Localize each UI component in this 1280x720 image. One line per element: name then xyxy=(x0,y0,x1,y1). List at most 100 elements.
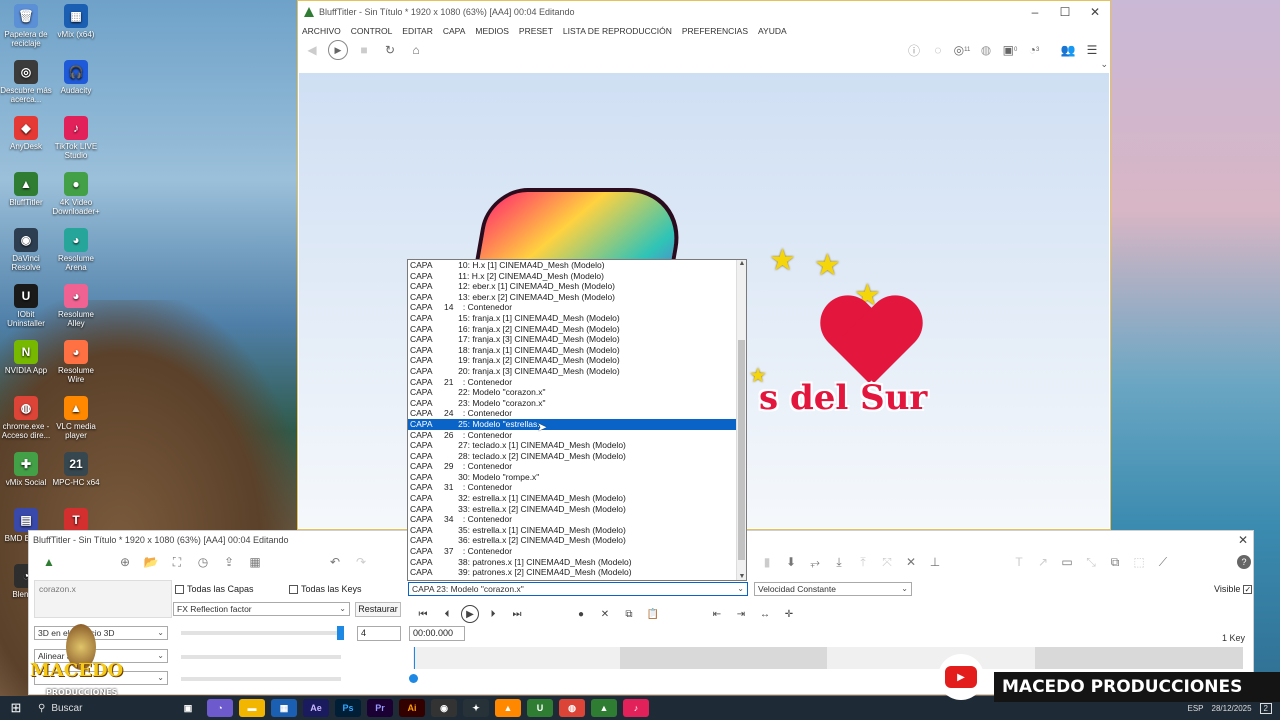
layer-list-item[interactable]: CAPA 18: franja.x [1] CINEMA4D_Mesh (Mod… xyxy=(408,345,746,356)
redo-icon[interactable]: ↷ xyxy=(351,552,371,572)
premiere-icon[interactable]: Pr xyxy=(367,699,393,717)
dropdown-scrollbar[interactable]: ▲ ▼ xyxy=(736,260,746,580)
file-explorer-icon[interactable]: ▬ xyxy=(239,699,265,717)
iobit-icon[interactable]: U xyxy=(527,699,553,717)
checkbox-icon[interactable] xyxy=(175,584,184,594)
app-icon[interactable]: ✦ xyxy=(463,699,489,717)
layer-list-item[interactable]: CAPA 36: estrella.x [2] CINEMA4D_Mesh (M… xyxy=(408,535,746,546)
scroll-up-icon[interactable]: ▲ xyxy=(737,260,746,267)
globe-icon[interactable]: ◍ xyxy=(976,40,996,60)
slider-3[interactable] xyxy=(181,677,341,681)
key-right-icon[interactable]: ⇥ xyxy=(731,604,751,624)
skip-end-icon[interactable]: ⏭ xyxy=(507,604,527,624)
stop-icon[interactable]: ■ xyxy=(354,40,374,60)
export-icon[interactable]: ⇪ xyxy=(219,552,239,572)
menu-playlist[interactable]: LISTA DE REPRODUCCIÓN xyxy=(563,26,672,36)
layer-list-item[interactable]: CAPA 30: Modelo "rompe.x" xyxy=(408,472,746,483)
key-left-icon[interactable]: ⇤ xyxy=(707,604,727,624)
tiktok-icon[interactable]: ♪ xyxy=(623,699,649,717)
desktop-icon[interactable]: ▦ vMix (x64) xyxy=(50,4,102,39)
layer-list-item[interactable]: CAPA 14 : Contenedor xyxy=(408,302,746,313)
clock-icon[interactable]: ◷ xyxy=(193,552,213,572)
menu-editar[interactable]: EDITAR xyxy=(402,26,433,36)
menu-medios[interactable]: MEDIOS xyxy=(475,26,509,36)
desktop-icon[interactable]: ◕ Resolume Arena xyxy=(50,228,102,272)
tool-icon-13[interactable]: ⧉ xyxy=(1105,552,1125,572)
tool-icon-12[interactable]: ⤡ xyxy=(1081,552,1101,572)
desktop-icon[interactable]: ▲ BluffTitler xyxy=(0,172,52,207)
add-layer-icon[interactable]: ⊕ xyxy=(115,552,135,572)
layer-dropdown-list[interactable]: CAPA 10: H.x [1] CINEMA4D_Mesh (Modelo) C… xyxy=(407,259,747,581)
chrome-icon[interactable]: ◍ xyxy=(559,699,585,717)
layer-list-item[interactable]: CAPA 33: estrella.x [2] CINEMA4D_Mesh (M… xyxy=(408,504,746,515)
layer-list-item[interactable]: CAPA 19: franja.x [2] CINEMA4D_Mesh (Mod… xyxy=(408,355,746,366)
todas-capas-checkbox[interactable]: Todas las Capas xyxy=(175,584,254,594)
tool-icon-11[interactable]: ▭ xyxy=(1057,552,1077,572)
layer-list-item[interactable]: CAPA 35: estrella.x [1] CINEMA4D_Mesh (M… xyxy=(408,525,746,536)
layers-icon[interactable]: ◌ xyxy=(928,40,948,60)
wand-icon[interactable]: ⟋ xyxy=(1153,552,1173,572)
layer-list-item[interactable]: CAPA 22: Modelo "corazon.x" xyxy=(408,387,746,398)
layer-list-item[interactable]: CAPA 11: H.x [2] CINEMA4D_Mesh (Modelo) xyxy=(408,271,746,282)
layer-list-item[interactable]: CAPA 31 : Contenedor xyxy=(408,482,746,493)
scroll-down-icon[interactable]: ▼ xyxy=(737,573,746,580)
notification-count[interactable]: 2 xyxy=(1259,702,1272,714)
layer-list-item[interactable]: CAPA 29 : Contenedor xyxy=(408,461,746,472)
tool-icon-2[interactable]: ⬇ xyxy=(781,552,801,572)
language-indicator[interactable]: ESP xyxy=(1187,704,1203,713)
menu-archivo[interactable]: ARCHIVO xyxy=(302,26,341,36)
menu-ayuda[interactable]: AYUDA xyxy=(758,26,787,36)
desktop-icon[interactable]: ● 4K Video Downloader+ xyxy=(50,172,102,216)
layer-list-item[interactable]: CAPA 16: franja.x [2] CINEMA4D_Mesh (Mod… xyxy=(408,324,746,335)
check-icon[interactable]: ✓ xyxy=(1243,584,1253,594)
time-input[interactable]: 00:00.000 xyxy=(409,626,465,641)
illustrator-icon[interactable]: Ai xyxy=(399,699,425,717)
windows-start-icon[interactable]: ⊞ xyxy=(0,700,32,716)
tool-icon-6[interactable]: ⤧ xyxy=(877,552,897,572)
collapse-chevron-icon[interactable]: ⌄ xyxy=(1100,59,1108,70)
visible-checkbox[interactable]: Visible ✓ xyxy=(1214,584,1255,594)
vmix-icon[interactable]: ▦ xyxy=(271,699,297,717)
badge-icon-3[interactable]: ◔ 3 xyxy=(1024,40,1044,60)
desktop-icon[interactable]: 🎧 Audacity xyxy=(50,60,102,95)
tool-icon-9[interactable]: T xyxy=(1009,552,1029,572)
layer-list-item[interactable]: CAPA 37 : Contenedor xyxy=(408,546,746,557)
copy-icon[interactable]: ⧉ xyxy=(619,604,639,624)
tool-icon-3[interactable]: ⥅ xyxy=(805,552,825,572)
layer-list-item[interactable]: CAPA 26 : Contenedor xyxy=(408,430,746,441)
record-icon[interactable]: ● xyxy=(571,604,591,624)
refresh-icon[interactable]: ↻ xyxy=(380,40,400,60)
desktop-icon[interactable]: U IObit Uninstaller xyxy=(0,284,52,328)
desktop-icon[interactable]: N NVIDIA App xyxy=(0,340,52,375)
skip-start-icon[interactable]: ⏮ xyxy=(413,604,433,624)
desktop-icon[interactable]: ◎ Descubre más acerca... xyxy=(0,60,52,104)
layer-list-item[interactable]: CAPA 13: eber.x [2] CINEMA4D_Mesh (Model… xyxy=(408,292,746,303)
layer-list-item[interactable]: CAPA 23: Modelo "corazon.x" xyxy=(408,398,746,409)
layer-list-item[interactable]: CAPA 21 : Contenedor xyxy=(408,377,746,388)
desktop-icon[interactable]: ◍ chrome.exe - Acceso dire... xyxy=(0,396,52,440)
tool-icon-5[interactable]: ⤒ xyxy=(853,552,873,572)
desktop-icon[interactable]: ✚ vMix Social xyxy=(0,452,52,487)
todas-keys-checkbox[interactable]: Todas las Keys xyxy=(289,584,362,594)
close-icon[interactable]: ✕ xyxy=(1080,5,1110,19)
layer-list-item[interactable]: CAPA 17: franja.x [3] CINEMA4D_Mesh (Mod… xyxy=(408,334,746,345)
value-slider-knob[interactable] xyxy=(337,626,344,640)
desktop-icon[interactable]: ◕ Resolume Wire xyxy=(50,340,102,384)
layer-list-item[interactable]: CAPA 20: franja.x [3] CINEMA4D_Mesh (Mod… xyxy=(408,366,746,377)
layer-list-item[interactable]: CAPA 27: teclado.x [1] CINEMA4D_Mesh (Mo… xyxy=(408,440,746,451)
velocity-select[interactable]: Velocidad Constante ⌄ xyxy=(754,582,912,596)
after-effects-icon[interactable]: Ae xyxy=(303,699,329,717)
desktop-icon[interactable]: ◕ Resolume Alley xyxy=(50,284,102,328)
badge-icon-1[interactable]: ◎ 11 xyxy=(952,40,972,60)
value-input[interactable]: 4 xyxy=(357,626,401,641)
users-icon[interactable]: 👥 xyxy=(1058,40,1078,60)
menu-capa[interactable]: CAPA xyxy=(443,26,466,36)
open-folder-icon[interactable]: 📂 xyxy=(141,552,161,572)
menu-preferencias[interactable]: PREFERENCIAS xyxy=(682,26,748,36)
tool-icon-4[interactable]: ⤓ xyxy=(829,552,849,572)
value-slider[interactable] xyxy=(181,631,341,635)
layer-list-item[interactable]: CAPA 28: teclado.x [2] CINEMA4D_Mesh (Mo… xyxy=(408,451,746,462)
paste-icon[interactable]: 📋 xyxy=(643,604,663,624)
layer-list-item[interactable]: CAPA 34 : Contenedor xyxy=(408,514,746,525)
editor-close-icon[interactable]: ✕ xyxy=(1233,533,1253,547)
